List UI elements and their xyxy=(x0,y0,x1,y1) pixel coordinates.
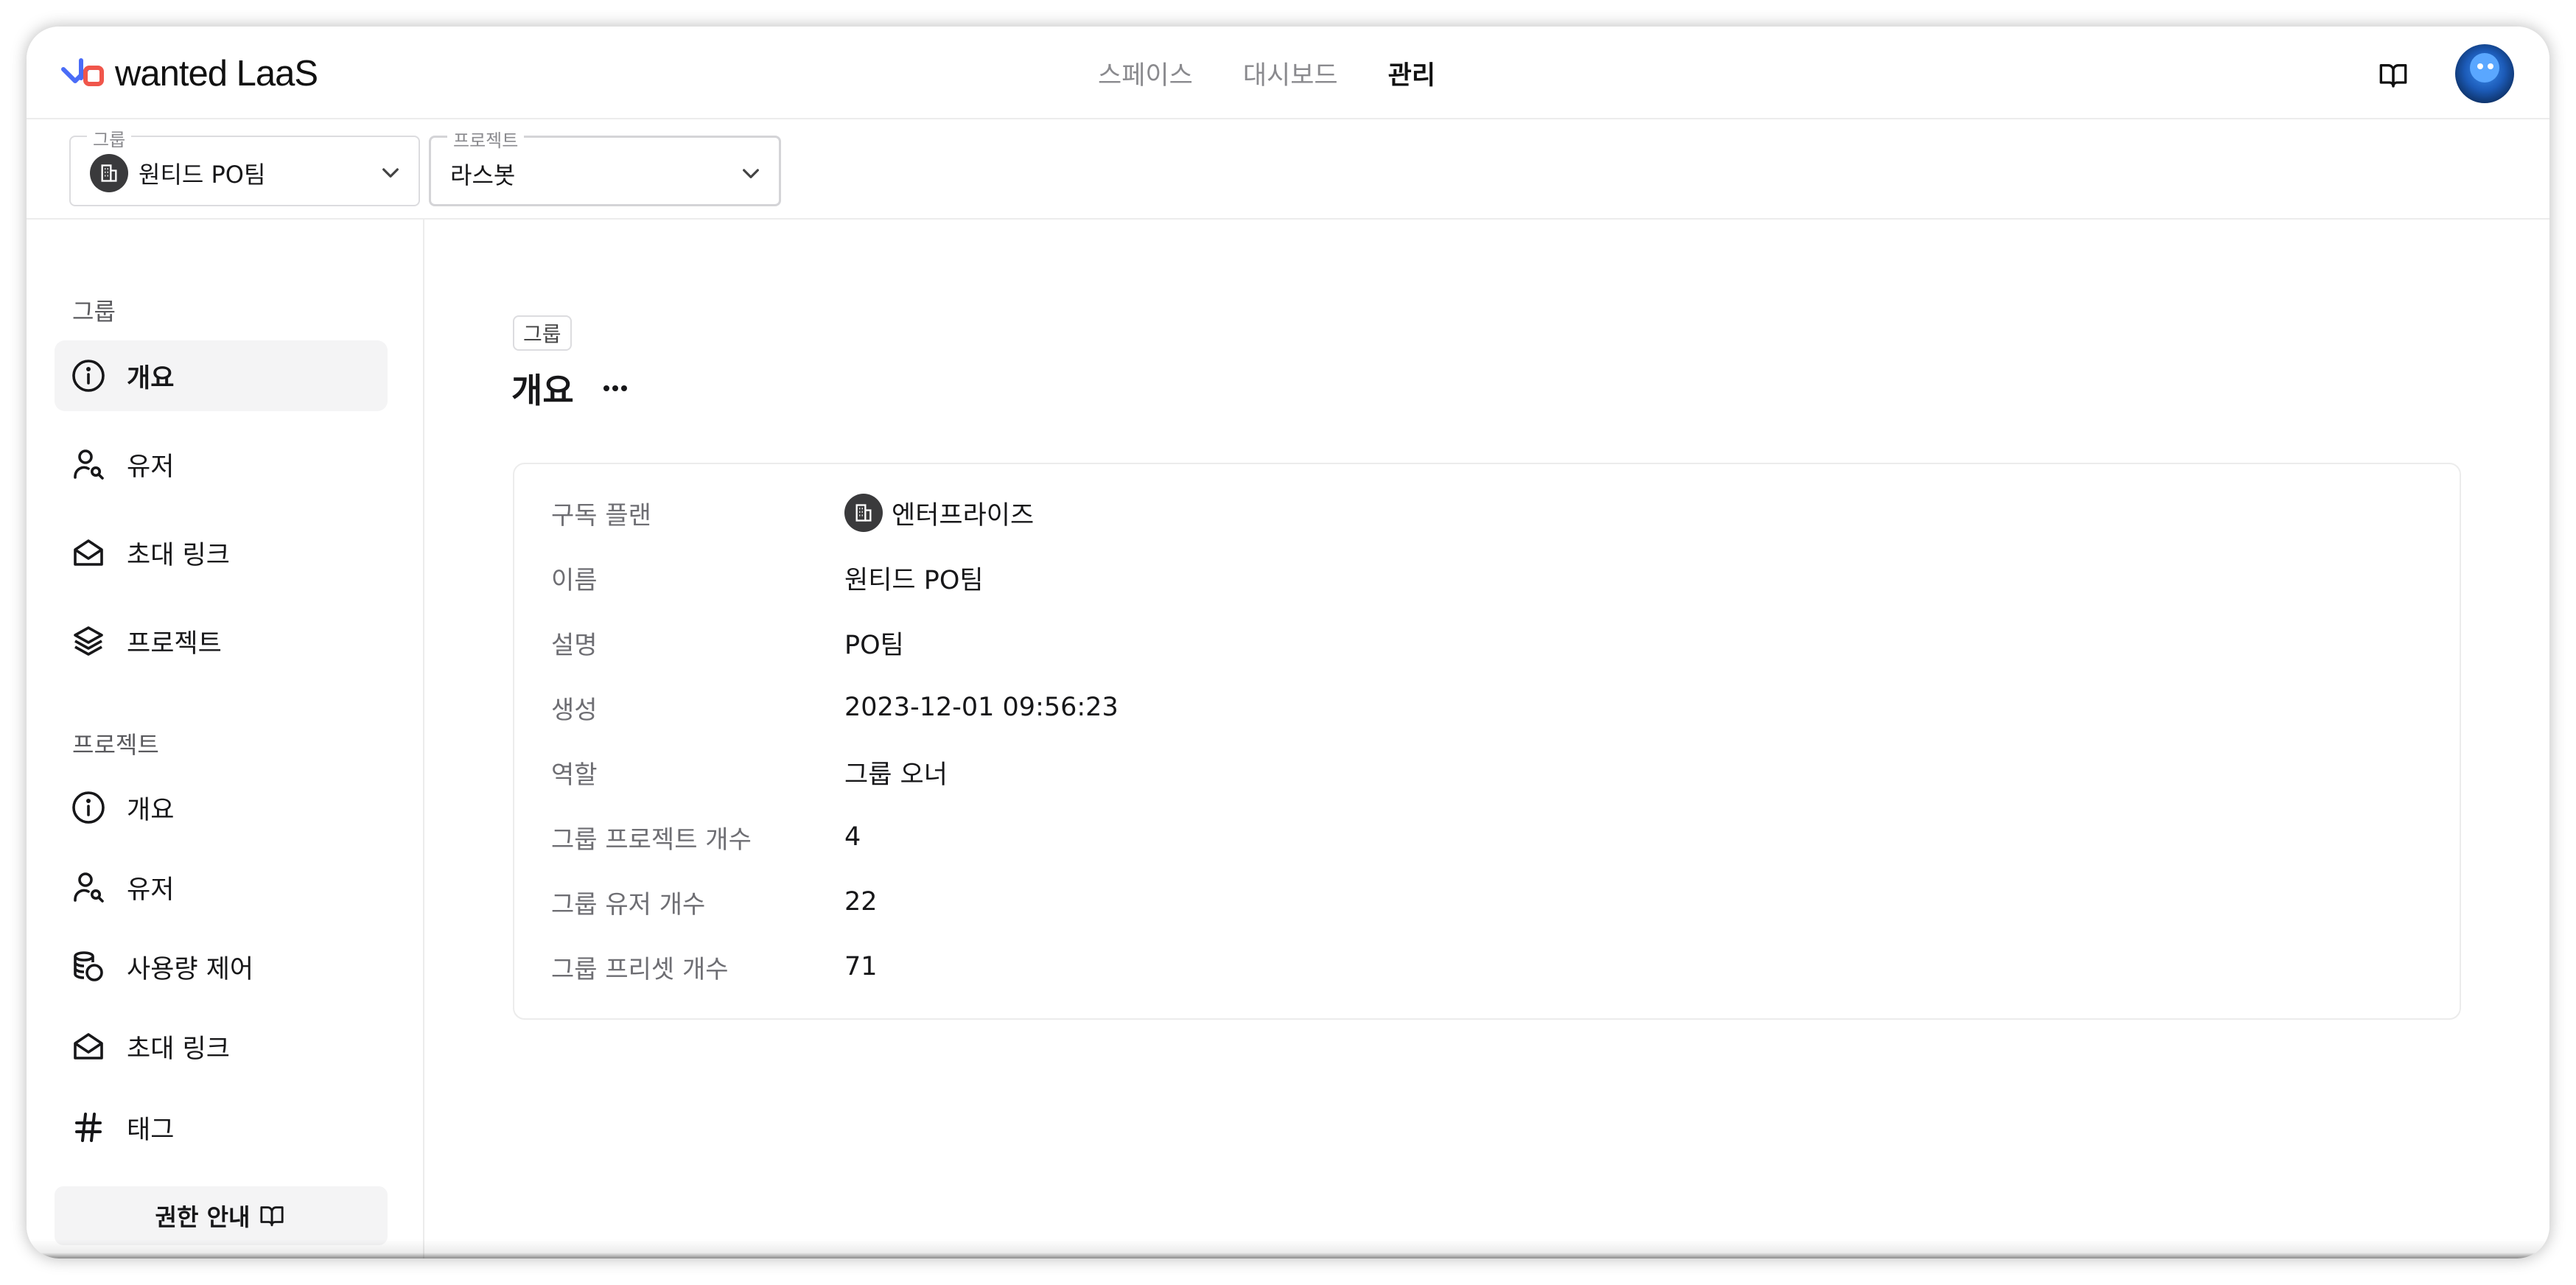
detail-key: 설명 xyxy=(551,630,598,660)
building-icon xyxy=(844,494,883,532)
sidebar-item-label: 초대 링크 xyxy=(127,540,230,570)
user-search-icon xyxy=(69,445,108,483)
sidebar-item-project-usage-control[interactable]: 사용량 제어 xyxy=(55,931,388,1002)
avatar-face xyxy=(2470,53,2499,83)
detail-key: 이름 xyxy=(551,565,598,595)
nav-dashboard[interactable]: 대시보드 xyxy=(1243,55,1338,92)
project-selector[interactable]: 프로젝트 라스봇 xyxy=(429,126,781,206)
main-content: 그룹 개요 구독 플랜 엔터프라이즈 이름 원티드 PO팀 설명 PO팀 생성 … xyxy=(424,220,2549,1258)
docs-button[interactable] xyxy=(2371,55,2415,96)
sidebar-heading-group: 그룹 xyxy=(72,298,116,326)
project-selector-value: 라스봇 xyxy=(450,161,516,189)
logo[interactable]: wanted LaaS xyxy=(59,52,318,96)
detail-row-description: 설명 PO팀 xyxy=(551,620,904,665)
detail-row-role: 역할 그룹 오너 xyxy=(551,750,948,794)
sidebar-item-project-users[interactable]: 유저 xyxy=(55,852,388,922)
sidebar-item-label: 태그 xyxy=(127,1115,175,1145)
sidebar-item-group-overview[interactable]: 개요 xyxy=(55,340,388,411)
detail-key: 생성 xyxy=(551,695,598,725)
sidebar-item-project-invite-link[interactable]: 초대 링크 xyxy=(55,1011,388,1082)
nav-manage[interactable]: 관리 xyxy=(1388,55,1435,92)
detail-row-plan: 구독 플랜 엔터프라이즈 xyxy=(551,491,1034,535)
detail-value: PO팀 xyxy=(844,630,904,660)
group-selector-value: 원티드 PO팀 xyxy=(139,161,266,189)
more-options-button[interactable] xyxy=(599,372,631,405)
sidebar-item-label: 개요 xyxy=(127,363,175,393)
detail-row-preset-count: 그룹 프리셋 개수 71 xyxy=(551,945,878,989)
detail-key: 구독 플랜 xyxy=(551,500,651,531)
sidebar-item-label: 초대 링크 xyxy=(127,1034,230,1064)
user-avatar[interactable] xyxy=(2455,44,2514,103)
sidebar: 그룹 개요 유저 초대 링크 프로젝트 프로젝트 개요 유저 사용량 제어 초대… xyxy=(27,220,424,1258)
detail-key: 역할 xyxy=(551,760,598,790)
mail-open-icon xyxy=(69,1027,108,1065)
detail-key: 그룹 프로젝트 개수 xyxy=(551,824,752,855)
avatar-eye xyxy=(2477,63,2483,69)
coins-icon xyxy=(69,948,108,986)
detail-row-created: 생성 2023-12-01 09:56:23 xyxy=(551,685,1119,729)
chevron-down-icon xyxy=(743,169,759,178)
sidebar-item-label: 사용량 제어 xyxy=(127,954,254,984)
detail-row-user-count: 그룹 유저 개수 22 xyxy=(551,880,878,924)
layers-icon xyxy=(69,622,108,660)
page-title: 개요 xyxy=(511,371,574,410)
mail-open-icon xyxy=(69,533,108,572)
detail-value: 그룹 오너 xyxy=(844,760,948,790)
sidebar-item-group-invite-link[interactable]: 초대 링크 xyxy=(55,517,388,588)
info-icon xyxy=(69,788,108,827)
permission-guide-label: 권한 안내 xyxy=(155,1203,251,1231)
detail-row-project-count: 그룹 프로젝트 개수 4 xyxy=(551,815,861,859)
sidebar-item-group-users[interactable]: 유저 xyxy=(55,429,388,500)
book-open-icon xyxy=(2379,64,2407,88)
detail-key: 그룹 유저 개수 xyxy=(551,889,706,920)
detail-value: 22 xyxy=(844,887,878,917)
sidebar-item-project-tags[interactable]: 태그 xyxy=(55,1092,388,1163)
sidebar-item-project-overview[interactable]: 개요 xyxy=(55,772,388,843)
page-title-row: 개요 xyxy=(511,363,631,414)
group-selector[interactable]: 그룹 원티드 PO팀 xyxy=(69,125,420,206)
sidebar-heading-project: 프로젝트 xyxy=(72,731,159,759)
hash-icon xyxy=(69,1108,108,1146)
user-search-icon xyxy=(69,868,108,906)
book-open-icon xyxy=(260,1206,284,1227)
more-horizontal-icon xyxy=(603,385,627,391)
project-selector-legend: 프로젝트 xyxy=(447,126,525,152)
chevron-down-icon xyxy=(382,168,399,178)
detail-value: 4 xyxy=(844,822,861,852)
detail-row-name: 이름 원티드 PO팀 xyxy=(551,556,984,600)
detail-value: 엔터프라이즈 xyxy=(844,494,1034,532)
detail-value: 원티드 PO팀 xyxy=(844,565,984,595)
breadcrumb: 그룹 xyxy=(513,315,572,351)
top-bar: wanted LaaS 스페이스 대시보드 관리 xyxy=(27,27,2549,119)
detail-value-text: 엔터프라이즈 xyxy=(892,500,1035,531)
detail-key: 그룹 프리셋 개수 xyxy=(551,954,729,984)
detail-value: 71 xyxy=(844,952,878,981)
building-icon xyxy=(90,154,128,192)
avatar-eye xyxy=(2488,63,2493,69)
detail-value: 2023-12-01 09:56:23 xyxy=(844,693,1119,722)
sidebar-item-label: 유저 xyxy=(127,875,175,905)
overview-details-card: 구독 플랜 엔터프라이즈 이름 원티드 PO팀 설명 PO팀 생성 2023-1… xyxy=(513,463,2461,1020)
wanted-logo-icon xyxy=(61,58,104,86)
top-nav: 스페이스 대시보드 관리 xyxy=(1098,49,1435,97)
app-window: wanted LaaS 스페이스 대시보드 관리 그룹 원티드 PO팀 프로젝트… xyxy=(27,27,2549,1258)
logo-text: wanted LaaS xyxy=(115,54,318,94)
sidebar-item-label: 유저 xyxy=(127,452,175,482)
sidebar-item-label: 프로젝트 xyxy=(127,629,222,659)
sidebar-item-group-projects[interactable]: 프로젝트 xyxy=(55,606,388,676)
context-selector-bar: 그룹 원티드 PO팀 프로젝트 라스봇 xyxy=(27,119,2549,220)
group-selector-legend: 그룹 xyxy=(87,125,132,151)
nav-space[interactable]: 스페이스 xyxy=(1098,55,1193,92)
info-icon xyxy=(69,357,108,395)
permission-guide-button[interactable]: 권한 안내 xyxy=(55,1186,388,1245)
sidebar-item-label: 개요 xyxy=(127,795,175,825)
window-bottom-edge xyxy=(27,1239,2549,1258)
